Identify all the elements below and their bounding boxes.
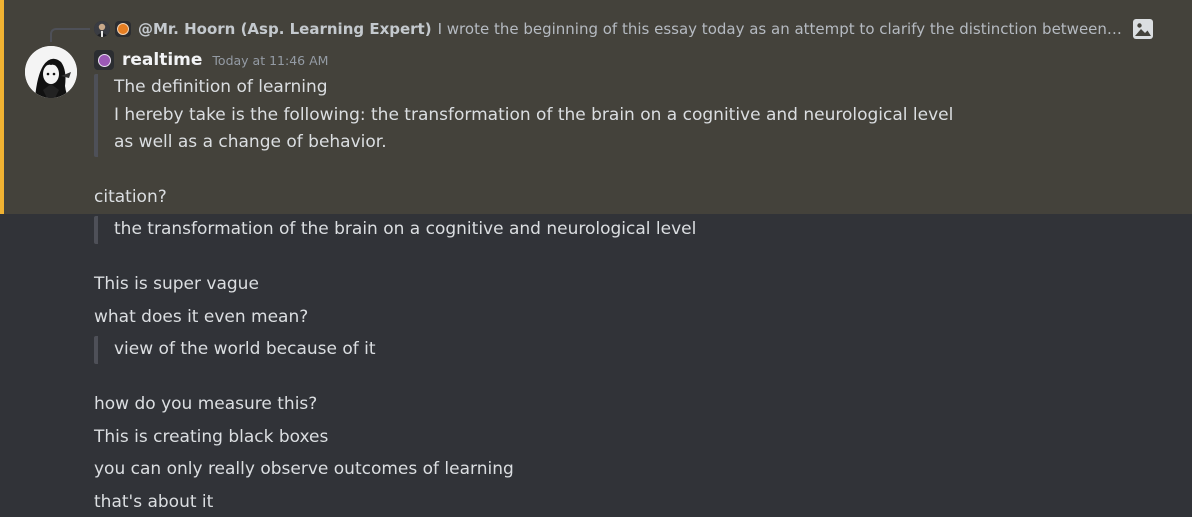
blockquote: The definition of learning I hereby take… [94,74,953,157]
quote-line: the transformation of the brain on a cog… [114,219,697,239]
image-attachment-icon [1132,18,1154,40]
quote-line: I hereby take is the following: the tran… [114,104,954,125]
message-line: citation? [94,187,167,207]
quote-line: view of the world because of it [114,339,376,359]
orange-dot-badge-icon [114,20,132,38]
message-line: you can only really observe outcomes of … [94,459,514,479]
purple-dot-badge-icon [94,50,114,70]
timestamp[interactable]: Today at 11:46 AM [212,53,328,68]
message-header: realtime Today at 11:46 AM [94,48,328,72]
quote-line: The definition of learning [114,77,328,97]
quote-line: as well as a change of behavior. [114,132,387,152]
message-line: This is creating black boxes [94,427,329,447]
avatar[interactable] [25,46,77,98]
message-line: This is super vague [94,274,259,294]
blockquote: the transformation of the brain on a cog… [94,216,696,244]
message-line: what does it even mean? [94,307,309,327]
message-line: how do you measure this? [94,394,318,414]
chat-message: @Mr. Hoorn (Asp. Learning Expert) I wrot… [0,0,1192,517]
reply-avatar-icon[interactable] [94,21,110,37]
reply-preview[interactable]: @Mr. Hoorn (Asp. Learning Expert) I wrot… [94,18,1154,40]
username[interactable]: realtime [122,50,202,70]
reply-author[interactable]: @Mr. Hoorn (Asp. Learning Expert) [138,20,432,38]
message-line: that's about it [94,492,214,512]
blockquote: view of the world because of it [94,336,376,364]
reply-text[interactable]: I wrote the beginning of this essay toda… [438,20,1124,38]
reply-spine [50,28,90,42]
